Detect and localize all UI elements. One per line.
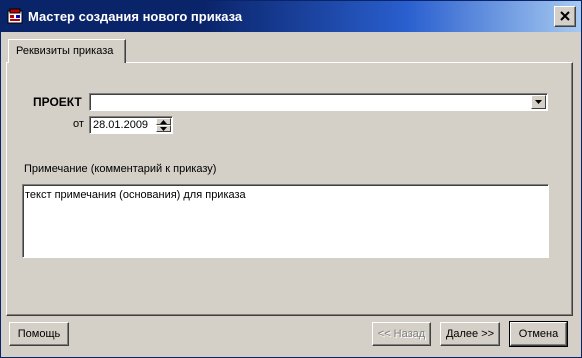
close-button[interactable] <box>554 6 576 27</box>
close-icon <box>560 11 570 21</box>
window-title: Мастер создания нового приказа <box>28 9 243 24</box>
back-button[interactable]: << Назад <box>372 322 431 346</box>
next-button[interactable]: Далее >> <box>440 322 500 346</box>
tab-requisites[interactable]: Реквизиты приказа <box>8 39 126 63</box>
wizard-window: Мастер создания нового приказа Реквизиты… <box>0 0 582 358</box>
app-document-icon <box>7 8 23 24</box>
title-bar[interactable]: Мастер создания нового приказа <box>1 1 581 32</box>
help-button[interactable]: Помощь <box>9 322 69 346</box>
tab-page <box>6 62 573 316</box>
tab-label: Реквизиты приказа <box>16 45 114 57</box>
cancel-button[interactable]: Отмена <box>509 321 568 347</box>
dialog-client-area: Реквизиты приказа ПРОЕКТ от 28.01.2009 П… <box>1 32 581 357</box>
